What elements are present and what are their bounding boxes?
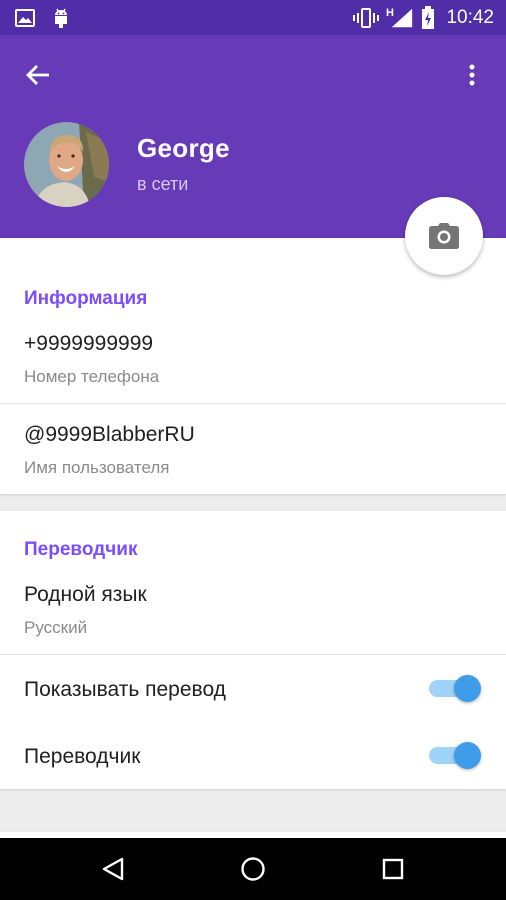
- back-button[interactable]: [14, 55, 62, 95]
- back-triangle-icon: [102, 857, 124, 881]
- toggle-thumb: [454, 675, 481, 702]
- status-bar: H 10:42: [0, 0, 506, 35]
- gallery-icon: [12, 0, 38, 35]
- battery-charging-icon: [418, 0, 438, 35]
- vibrate-icon: [352, 0, 380, 35]
- toggle-thumb: [454, 742, 481, 769]
- phone-number: +9999999999: [24, 332, 154, 355]
- profile-photo: [24, 122, 109, 207]
- show-translation-label: Показывать перевод: [24, 678, 226, 701]
- username-label: Имя пользователя: [24, 458, 170, 477]
- change-photo-button[interactable]: [405, 197, 483, 275]
- translator-label: Переводчик: [24, 745, 141, 768]
- username: @9999BlabberRU: [24, 423, 195, 446]
- nav-home-button[interactable]: [223, 838, 283, 900]
- status-time: 10:42: [446, 7, 494, 28]
- system-nav-bar: [0, 838, 506, 900]
- avatar[interactable]: [24, 122, 109, 207]
- native-language-label: Родной язык: [24, 583, 147, 606]
- translator-section: Переводчик Родной язык Русский Показыват…: [0, 511, 506, 789]
- native-language-value: Русский: [24, 618, 88, 637]
- more-vert-icon: [469, 64, 475, 86]
- more-options-button[interactable]: [452, 55, 492, 95]
- section-title-translator: Переводчик: [24, 539, 138, 560]
- section-title-info: Информация: [24, 288, 148, 309]
- nav-recents-button[interactable]: [363, 838, 423, 900]
- divider: [0, 403, 506, 404]
- profile-name: George: [137, 133, 230, 163]
- divider: [0, 654, 506, 655]
- phone-label: Номер телефона: [24, 367, 160, 386]
- camera-icon: [429, 223, 459, 249]
- translator-toggle[interactable]: [427, 740, 481, 770]
- signal-icon: H: [384, 0, 414, 35]
- online-status: в сети: [137, 174, 189, 194]
- nav-back-button[interactable]: [83, 838, 143, 900]
- recents-square-icon: [382, 858, 404, 880]
- arrow-back-icon: [26, 65, 49, 85]
- info-section: Информация +9999999999 Номер телефона @9…: [0, 238, 506, 494]
- show-translation-toggle[interactable]: [427, 673, 481, 703]
- android-icon: [46, 0, 76, 35]
- home-circle-icon: [241, 857, 265, 881]
